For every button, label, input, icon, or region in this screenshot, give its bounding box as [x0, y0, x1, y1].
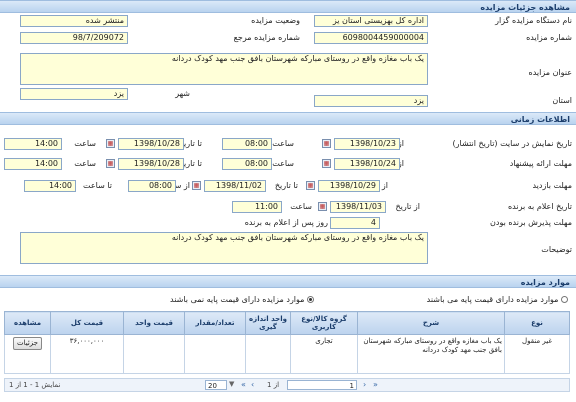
- organizer-label: نام دستگاه مزایده گزار: [495, 16, 572, 25]
- publish-to-time-label: ساعت: [74, 139, 96, 148]
- accept-days-field[interactable]: 4: [330, 217, 380, 229]
- cell-group: تجاری: [290, 334, 358, 374]
- pager-summary: نمایش 1 - 1 از 1: [9, 381, 61, 389]
- offer-from-time-label: ساعت: [272, 159, 294, 168]
- province-field[interactable]: یزد: [314, 95, 428, 107]
- cell-total: ۳۶,۰۰۰,۰۰۰: [50, 334, 124, 374]
- cell-unit: [245, 334, 291, 374]
- table-header-row: نوع شرح گروه کالا/نوع کاربری واحد اندازه…: [4, 311, 570, 335]
- page-size-select[interactable]: 20: [205, 380, 227, 390]
- col-unit: واحد اندازه گیری: [245, 311, 291, 335]
- ref-label: شماره مزایده مرجع: [233, 33, 300, 42]
- visit-from-date[interactable]: 1398/10/29: [318, 180, 380, 192]
- offer-from-time[interactable]: 08:00: [222, 158, 272, 170]
- calendar-icon[interactable]: ▦: [322, 139, 331, 148]
- accept-label: مهلت پذیرش برنده بودن: [490, 218, 572, 227]
- city-label: شهر: [175, 89, 190, 98]
- col-desc: شرح: [357, 311, 505, 335]
- publish-to-time[interactable]: 14:00: [4, 138, 62, 150]
- notes-label: توضیحات: [541, 245, 572, 254]
- offer-label: مهلت ارائه پیشنهاد: [509, 159, 572, 168]
- radio-with-base[interactable]: موارد مزایده دارای قیمت پایه می باشند: [427, 294, 568, 306]
- number-label: شماره مزایده: [526, 33, 572, 42]
- col-unit-price: قیمت واحد: [123, 311, 185, 335]
- subject-label: عنوان مزایده: [528, 68, 573, 77]
- accept-suffix: روز پس از اعلام به برنده: [244, 218, 328, 227]
- publish-to-date[interactable]: 1398/10/28: [118, 138, 184, 150]
- calendar-icon[interactable]: ▦: [318, 202, 327, 211]
- calendar-icon[interactable]: ▦: [192, 181, 201, 190]
- visit-to-label: تا تاریخ: [274, 181, 298, 190]
- ref-field[interactable]: 98/7/209072: [20, 32, 128, 44]
- radio-with-base-label: موارد مزایده دارای قیمت پایه می باشند: [426, 295, 559, 304]
- col-qty: تعداد/مقدار: [184, 311, 246, 335]
- next-page-icon[interactable]: ›: [363, 380, 366, 389]
- offer-to-date[interactable]: 1398/10/28: [118, 158, 184, 170]
- details-button[interactable]: جزئیات: [13, 337, 42, 350]
- offer-from-date[interactable]: 1398/10/24: [334, 158, 400, 170]
- announce-time-label: ساعت: [290, 202, 312, 211]
- items-title: موارد مزایده: [520, 278, 570, 287]
- page-title: مشاهده جزئیات مزایده: [480, 3, 570, 12]
- visit-to-time[interactable]: 14:00: [24, 180, 76, 192]
- publish-from-time-label: ساعت: [272, 139, 294, 148]
- organizer-field[interactable]: اداره کل بهزیستی استان یز: [314, 15, 428, 27]
- city-field[interactable]: یزد: [20, 88, 128, 100]
- status-label: وضعیت مزایده: [251, 16, 300, 25]
- cell-view: جزئیات: [4, 334, 51, 374]
- visit-label: مهلت بازدید: [532, 181, 572, 190]
- calendar-icon[interactable]: ▦: [106, 159, 115, 168]
- items-header: موارد مزایده: [0, 275, 576, 288]
- number-field[interactable]: 6098004459000004: [314, 32, 428, 44]
- publish-label: تاریخ نمایش در سایت (تاریخ انتشار): [452, 139, 572, 148]
- notes-field[interactable]: یک باب مغازه واقع در روستای مبارکه شهرست…: [20, 232, 428, 264]
- col-group: گروه کالا/نوع کاربری: [290, 311, 358, 335]
- offer-to-time-label: ساعت: [74, 159, 96, 168]
- cell-desc: یک باب مغازه واقع در روستای مبارکه شهرست…: [357, 334, 505, 374]
- col-type: نوع: [504, 311, 570, 335]
- cell-qty: [184, 334, 246, 374]
- chevron-down-icon[interactable]: ▼: [229, 380, 234, 388]
- visit-to-time-label: تا ساعت: [83, 181, 112, 190]
- col-total: قیمت کل: [50, 311, 124, 335]
- cell-type: غیر منقول: [504, 334, 570, 374]
- timing-header: اطلاعات زمانی: [0, 112, 576, 125]
- subject-field[interactable]: یک باب مغازه واقع در روستای مبارکه شهرست…: [20, 53, 428, 85]
- publish-from-time[interactable]: 08:00: [222, 138, 272, 150]
- radio-without-base[interactable]: موارد مزایده دارای قیمت پایه نمی باشند: [170, 294, 314, 306]
- calendar-icon[interactable]: ▦: [306, 181, 315, 190]
- visit-to-date[interactable]: 1398/11/02: [204, 180, 266, 192]
- col-view: مشاهده: [4, 311, 51, 335]
- page-of-label: از 1: [267, 381, 280, 389]
- radio-without-base-label: موارد مزایده دارای قیمت پایه نمی باشند: [170, 295, 305, 304]
- announce-label: تاریخ اعلام به برنده: [507, 202, 572, 211]
- radio-with-base-button[interactable]: [561, 296, 568, 303]
- announce-time[interactable]: 11:00: [232, 201, 282, 213]
- publish-from-date[interactable]: 1398/10/23: [334, 138, 400, 150]
- province-label: استان: [552, 96, 572, 105]
- page: مشاهده جزئیات مزایده نام دستگاه مزایده گ…: [0, 0, 576, 402]
- announce-date[interactable]: 1398/11/03: [330, 201, 386, 213]
- first-page-icon[interactable]: «: [241, 380, 246, 389]
- page-input[interactable]: 1: [287, 380, 357, 390]
- calendar-icon[interactable]: ▦: [106, 139, 115, 148]
- pager: نمایش 1 - 1 از 1 20 ▼ « ‹ از 1 1 › »: [4, 378, 570, 392]
- calendar-icon[interactable]: ▦: [322, 159, 331, 168]
- status-field[interactable]: منتشر شده: [20, 15, 128, 27]
- last-page-icon[interactable]: »: [373, 380, 378, 389]
- offer-to-time[interactable]: 14:00: [4, 158, 62, 170]
- radio-without-base-button[interactable]: [307, 296, 314, 303]
- cell-unit-price: [123, 334, 185, 374]
- announce-date-label: از تاریخ: [395, 202, 420, 211]
- table-row: غیر منقول یک باب مغازه واقع در روستای مب…: [4, 334, 570, 374]
- prev-page-icon[interactable]: ‹: [251, 380, 254, 389]
- timing-title: اطلاعات زمانی: [510, 115, 570, 124]
- visit-from-time[interactable]: 08:00: [128, 180, 176, 192]
- items-table: نوع شرح گروه کالا/نوع کاربری واحد اندازه…: [4, 311, 570, 374]
- page-header: مشاهده جزئیات مزایده: [0, 0, 576, 13]
